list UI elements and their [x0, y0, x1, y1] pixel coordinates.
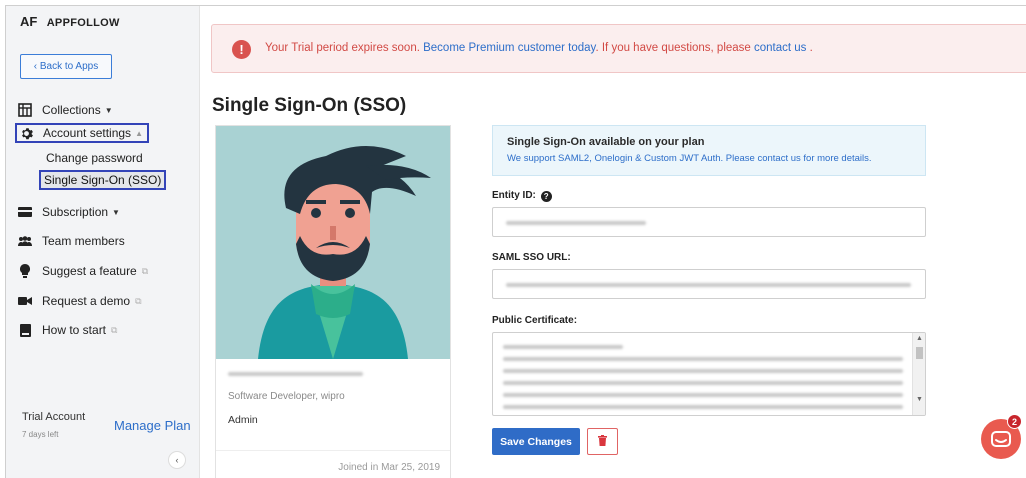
profile-name-redacted [228, 372, 363, 378]
external-window-icon: ⧉ [111, 324, 118, 335]
collapse-sidebar-button[interactable]: ‹ [168, 451, 186, 469]
brand-logo-mark: AF [20, 14, 38, 29]
video-icon [18, 294, 32, 308]
exclamation-icon: ! [232, 40, 251, 59]
scroll-down-icon[interactable]: ▼ [916, 396, 923, 403]
page-title: Single Sign-On (SSO) [212, 95, 407, 116]
sidebar-item-label: Account settings [43, 126, 132, 140]
avatar [216, 126, 450, 359]
public-certificate-textarea[interactable]: ▲ ▼ [492, 332, 926, 416]
lightbulb-icon [18, 264, 32, 278]
users-icon [18, 234, 32, 248]
sidebar-subitem-sso[interactable]: Single Sign-On (SSO) [39, 170, 167, 190]
entity-id-label-text: Entity ID: [492, 190, 536, 201]
brand-name: APPFOLLOW [46, 17, 120, 29]
sidebar-item-request-demo[interactable]: Request a demo ⧉ [18, 291, 142, 311]
delete-button[interactable] [587, 428, 618, 455]
chat-notification-badge: 2 [1007, 414, 1022, 429]
credit-card-icon [18, 205, 32, 219]
help-icon[interactable]: ? [540, 191, 552, 202]
contact-us-link[interactable]: contact us [754, 42, 806, 54]
chat-icon [991, 431, 1011, 447]
plan-info-text: We support SAML2, Onelogin & Custom JWT … [507, 153, 872, 164]
trial-alert: ! Your Trial period expires soon. Become… [211, 24, 1026, 73]
sidebar-item-label: Collections [42, 103, 101, 117]
textarea-scrollbar[interactable]: ▲ ▼ [912, 333, 925, 415]
brand-logo[interactable]: AF APPFOLLOW [20, 14, 120, 29]
sidebar-item-label: Subscription [42, 205, 109, 219]
main-content: ! Your Trial period expires soon. Become… [201, 6, 1026, 478]
sidebar-item-label: Team members [42, 234, 125, 248]
sidebar-subitem-change-password[interactable]: Change password [46, 151, 143, 165]
manage-plan-link[interactable]: Manage Plan [114, 418, 191, 433]
trial-account-label: Trial Account [22, 411, 86, 423]
collections-icon [18, 103, 32, 117]
sso-plan-info: Single Sign-On available on your plan We… [492, 125, 926, 176]
profile-access-level: Admin [228, 414, 258, 426]
scroll-thumb[interactable] [916, 347, 923, 359]
sidebar: AF APPFOLLOW ‹ Back to Apps Collections … [6, 6, 200, 478]
gear-icon [19, 126, 33, 140]
sidebar-item-label: Request a demo [42, 294, 131, 308]
alert-text-start: Your Trial period expires soon. [265, 42, 424, 54]
profile-joined-date: Joined in Mar 25, 2019 [338, 462, 440, 473]
sidebar-item-collections[interactable]: Collections ▼ [18, 100, 113, 120]
profile-role: Software Developer, wipro [228, 391, 345, 402]
trash-icon [598, 434, 607, 449]
sidebar-item-subscription[interactable]: Subscription ▼ [18, 202, 120, 222]
save-changes-button[interactable]: Save Changes [492, 428, 580, 455]
sidebar-item-account-settings[interactable]: Account settings ▲ [15, 123, 149, 143]
profile-card: Software Developer, wipro Admin Joined i… [215, 125, 451, 478]
plan-info-title: Single Sign-On available on your plan [507, 136, 705, 148]
divider [216, 450, 450, 451]
sidebar-item-label: Suggest a feature [42, 264, 137, 278]
trial-days-left: 7 days left [22, 430, 59, 439]
chevron-down-icon: ▼ [112, 207, 120, 217]
sidebar-item-team-members[interactable]: Team members [18, 231, 125, 251]
alert-message: Your Trial period expires soon. Become P… [265, 42, 813, 54]
alert-text-end: . [806, 42, 813, 54]
become-premium-link[interactable]: Become Premium customer today [423, 42, 595, 54]
entity-id-label: Entity ID: ? [492, 190, 552, 202]
sidebar-item-suggest-feature[interactable]: Suggest a feature ⧉ [18, 261, 148, 281]
book-icon [18, 323, 32, 337]
saml-sso-url-input[interactable] [492, 269, 926, 299]
alert-text-mid: . If you have questions, please [595, 42, 755, 54]
back-to-apps-button[interactable]: ‹ Back to Apps [20, 54, 112, 79]
external-window-icon: ⧉ [135, 295, 142, 306]
app-window: AF APPFOLLOW ‹ Back to Apps Collections … [5, 5, 1026, 478]
scroll-up-icon[interactable]: ▲ [916, 335, 923, 342]
entity-id-input[interactable] [492, 207, 926, 237]
sidebar-item-label: How to start [42, 323, 107, 337]
sidebar-item-how-to-start[interactable]: How to start ⧉ [18, 320, 117, 340]
chevron-down-icon: ▼ [104, 105, 113, 115]
saml-sso-url-label: SAML SSO URL: [492, 252, 571, 263]
chevron-up-icon: ▲ [135, 128, 143, 138]
public-certificate-label: Public Certificate: [492, 315, 578, 326]
external-window-icon: ⧉ [141, 265, 149, 276]
